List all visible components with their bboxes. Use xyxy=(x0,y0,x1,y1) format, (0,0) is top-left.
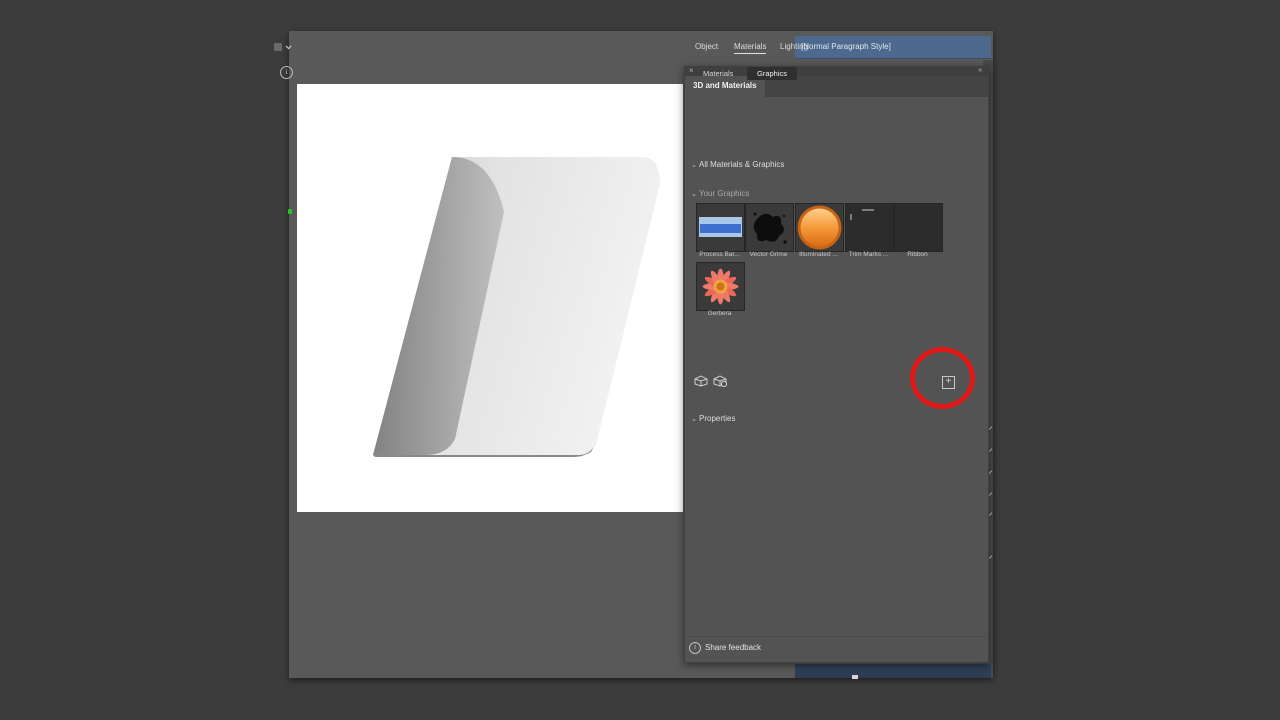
selection-marker xyxy=(288,209,292,214)
apply-graphic-icon[interactable] xyxy=(694,375,708,387)
section-label: Your Graphics xyxy=(699,189,750,198)
ribbon-thumbnail xyxy=(895,204,942,251)
tab-object[interactable]: Object xyxy=(695,42,718,51)
section-your-graphics[interactable]: ⌄ Your Graphics xyxy=(691,189,749,198)
collapse-icon[interactable]: « xyxy=(978,66,982,76)
section-label: Properties xyxy=(699,414,736,423)
chevron-down-icon: ⌄ xyxy=(691,416,697,423)
gerbera-flower-thumbnail xyxy=(697,263,744,310)
chevron-down-icon: ⌄ xyxy=(691,162,697,169)
graphic-label: Vector Grime xyxy=(749,251,788,258)
info-icon[interactable]: i xyxy=(280,66,293,79)
tab-materials[interactable]: Materials xyxy=(734,42,767,54)
graphic-thumb-illuminated[interactable] xyxy=(795,203,844,252)
illuminated-button-thumbnail xyxy=(796,204,843,251)
feedback-icon[interactable]: i xyxy=(689,642,701,654)
remove-graphic-icon[interactable] xyxy=(713,375,727,387)
graphic-label: Ribbon xyxy=(907,251,928,258)
graphic-label: Gerbera xyxy=(707,310,732,317)
share-feedback-link[interactable]: Share feedback xyxy=(705,643,761,652)
render-options-icon[interactable] xyxy=(272,42,292,52)
graphic-label: Trim Marks ... xyxy=(848,251,889,258)
graphic-thumb-vector-grime[interactable] xyxy=(745,203,794,252)
vector-grime-thumbnail xyxy=(746,204,793,251)
3d-rounded-shape[interactable] xyxy=(297,84,683,512)
tab-lighting[interactable]: Lighting xyxy=(780,42,808,51)
chevron-down-icon: ⌄ xyxy=(691,191,697,198)
artboard[interactable] xyxy=(297,84,683,512)
subtoggle-materials[interactable]: Materials xyxy=(693,67,743,80)
graphic-thumb-trim-marks[interactable] xyxy=(845,203,894,252)
footer-divider xyxy=(684,636,987,637)
annotation-highlight-circle xyxy=(910,347,975,409)
trim-marks-thumbnail xyxy=(846,204,893,251)
subtoggle-graphics[interactable]: Graphics xyxy=(747,67,798,80)
section-properties[interactable]: ⌄ Properties xyxy=(691,414,735,423)
layers-bottom-indicator xyxy=(852,675,858,679)
paragraph-style-item[interactable]: [Normal Paragraph Style] xyxy=(801,42,891,51)
graphic-label: Illuminated ... xyxy=(799,251,838,258)
graphic-thumb-process-bar[interactable] xyxy=(696,203,745,252)
section-all-materials[interactable]: ⌄ All Materials & Graphics xyxy=(691,160,784,169)
graphic-label: Process Bar... xyxy=(699,251,740,258)
process-bar-thumbnail xyxy=(697,204,744,251)
graphic-thumb-ribbon[interactable] xyxy=(894,203,943,252)
layers-bottom-bar xyxy=(795,664,991,678)
section-label: All Materials & Graphics xyxy=(699,160,785,169)
graphic-thumb-gerbera[interactable] xyxy=(696,262,745,311)
